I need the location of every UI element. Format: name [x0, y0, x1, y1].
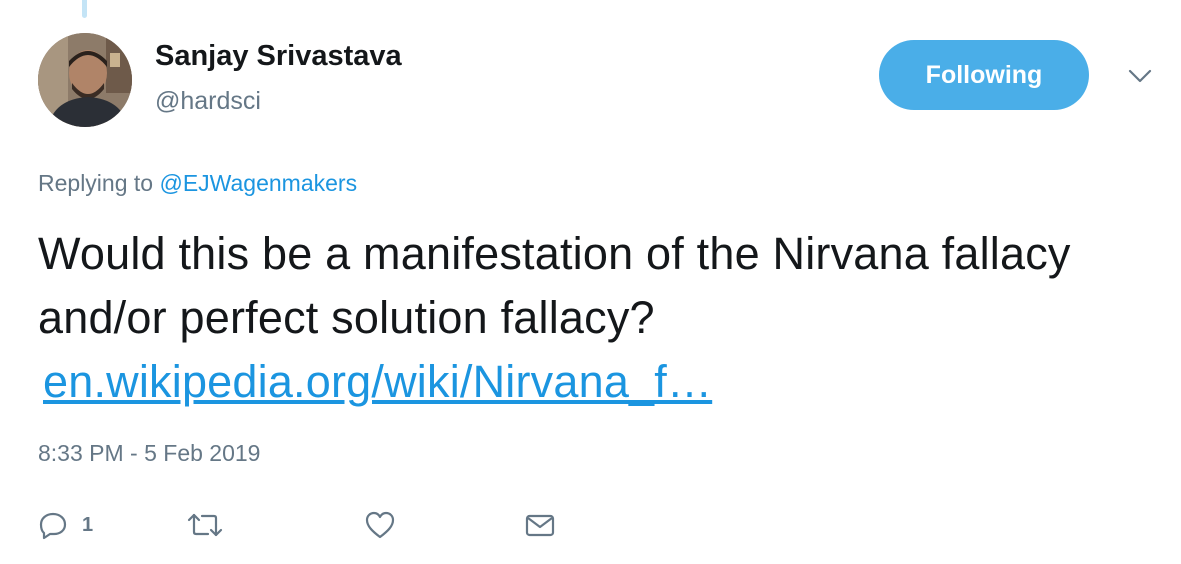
- reply-icon: [38, 510, 68, 540]
- author-name[interactable]: Sanjay Srivastava: [155, 40, 402, 73]
- like-button[interactable]: [364, 505, 396, 545]
- following-button[interactable]: Following: [879, 40, 1089, 110]
- avatar[interactable]: [38, 33, 132, 127]
- retweet-button[interactable]: [186, 505, 224, 545]
- thread-connector-line: [82, 0, 87, 18]
- reply-mention-link[interactable]: @EJWagenmakers: [159, 170, 357, 196]
- direct-message-button[interactable]: [524, 505, 556, 545]
- chevron-down-icon[interactable]: [1124, 64, 1156, 88]
- reply-count: 1: [82, 513, 94, 536]
- reply-context-prefix: Replying to: [38, 170, 154, 196]
- direct-message-icon: [524, 510, 556, 540]
- author-handle[interactable]: @hardsci: [155, 87, 261, 116]
- tweet-timestamp[interactable]: 8:33 PM - 5 Feb 2019: [38, 440, 260, 467]
- tweet-link[interactable]: en.wikipedia.org/wiki/Nirvana_f…: [43, 350, 712, 414]
- tweet-body: Would this be a manifestation of the Nir…: [38, 228, 1071, 343]
- like-icon: [364, 510, 396, 540]
- retweet-icon: [186, 510, 224, 540]
- tweet-text: Would this be a manifestation of the Nir…: [38, 222, 1148, 414]
- reply-button[interactable]: 1: [38, 505, 93, 545]
- reply-context: Replying to @EJWagenmakers: [38, 170, 357, 197]
